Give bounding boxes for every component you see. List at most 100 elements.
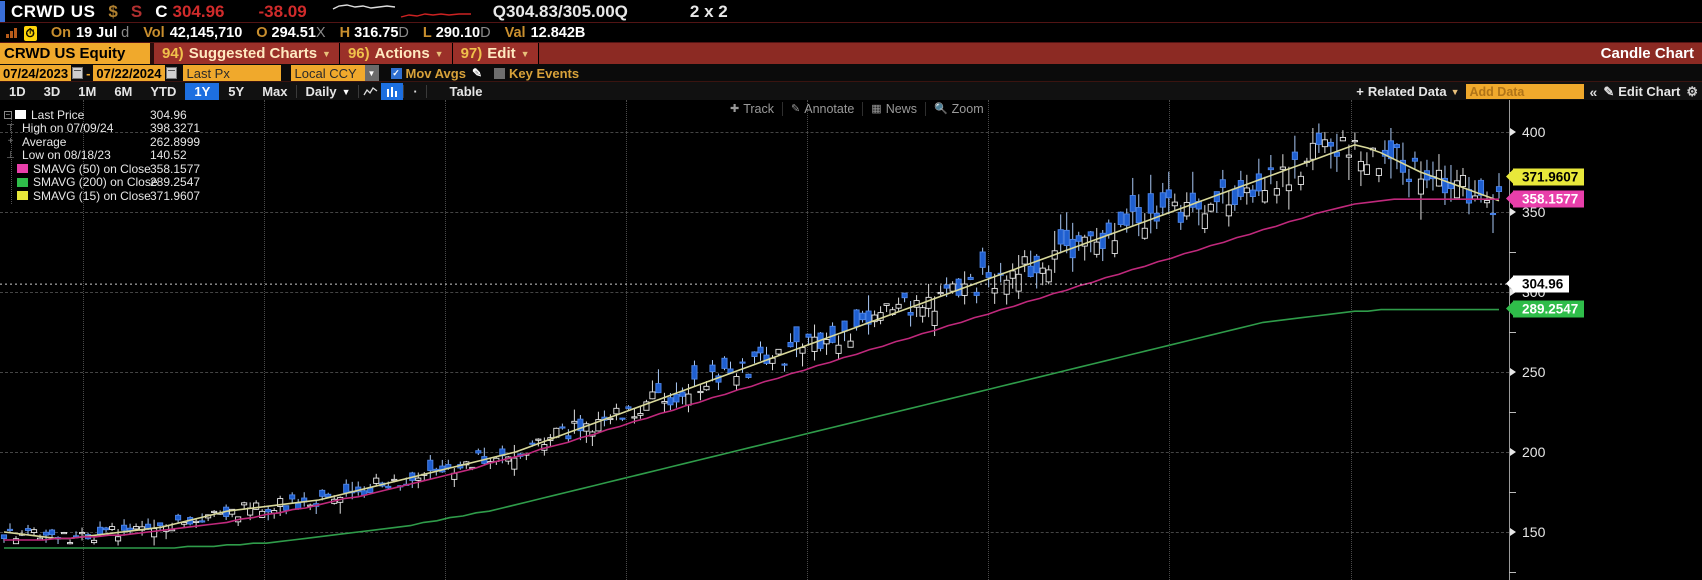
candle-body <box>1129 195 1136 212</box>
zoom-button[interactable]: 🔍 Zoom <box>924 101 992 116</box>
candle-body <box>1231 188 1238 205</box>
candle-body <box>151 528 158 538</box>
legend-value: 371.9607 <box>150 188 201 203</box>
candle-body <box>1045 269 1052 283</box>
end-date-input[interactable]: 07/22/2024 <box>93 65 165 81</box>
checkbox-checked-icon[interactable]: ✓ <box>390 67 402 79</box>
suggested-charts-button[interactable]: 94) Suggested Charts ▼ <box>154 43 340 64</box>
price-type-input[interactable]: Last Px <box>182 65 281 81</box>
gear-icon[interactable]: ⚙ <box>1686 84 1698 100</box>
track-button[interactable]: ✚ Track <box>722 102 782 116</box>
news-button[interactable]: ▦ News <box>862 101 925 116</box>
price-change: -38.09 <box>258 1 307 21</box>
open-value: 294.51 <box>271 25 316 41</box>
candle-body <box>1285 184 1292 192</box>
interval-dropdown[interactable]: Daily ▼ <box>297 84 358 99</box>
interval-label: Daily <box>305 84 337 99</box>
candle-body <box>559 426 566 429</box>
candle-body <box>1351 140 1358 143</box>
chevrons-left-icon[interactable]: « <box>1590 84 1598 100</box>
legend-label: SMAVG (50) on Close <box>33 161 151 176</box>
candle-body <box>679 391 686 397</box>
candle-body <box>925 296 932 309</box>
period-6m[interactable]: 6M <box>105 83 141 100</box>
candle-body <box>655 383 662 394</box>
add-data-input[interactable]: Add Data <box>1465 84 1584 99</box>
chart-type-label: Candle Chart <box>1600 45 1694 62</box>
pencil-icon[interactable]: ✎ <box>472 66 482 80</box>
line-chart-icon[interactable] <box>359 83 381 100</box>
legend-label: Last Price <box>31 107 85 122</box>
legend-item-last-price[interactable]: – Last Price 304.96 <box>4 107 187 122</box>
candle-body <box>1465 189 1473 204</box>
candle-body <box>1333 151 1340 157</box>
candle-body <box>619 417 626 420</box>
period-max[interactable]: Max <box>253 83 296 100</box>
candle-body <box>703 385 710 391</box>
axis-tick-arrow <box>1510 528 1516 536</box>
calendar-icon[interactable] <box>72 67 84 79</box>
candle-body <box>1291 151 1298 160</box>
legend-item-smavg-200[interactable]: SMAVG (200) on Close 289.2547 <box>4 175 200 189</box>
period-1d[interactable]: 1D <box>0 83 35 100</box>
zoom-label: Zoom <box>951 101 984 116</box>
candle-body <box>961 283 968 296</box>
candle-body <box>66 542 74 545</box>
legend-item-low[interactable]: ⊥ Low on 08/18/23 140.52 <box>4 148 187 162</box>
candle-body <box>385 485 392 489</box>
candle-body <box>1027 265 1034 277</box>
related-data-button[interactable]: + Related Data ▼ <box>1356 84 1459 99</box>
candle-body <box>133 526 140 530</box>
plot-surface[interactable] <box>0 100 1509 580</box>
candle-body <box>787 341 794 348</box>
chart-legend: – Last Price 304.96 ⊤ High on 07/09/24 3… <box>4 107 200 204</box>
ticker-symbol[interactable]: CRWD US <box>11 2 95 22</box>
currency-input[interactable]: Local CCY <box>290 65 365 81</box>
candle-body <box>1243 187 1250 194</box>
period-1m[interactable]: 1M <box>69 83 105 100</box>
period-1y[interactable]: 1Y <box>185 83 220 100</box>
actions-button[interactable]: 96) Actions ▼ <box>339 43 453 64</box>
candle-body <box>1375 168 1382 176</box>
legend-item-smavg-15[interactable]: SMAVG (15) on Close 371.9607 <box>4 189 200 203</box>
start-date-input[interactable]: 07/24/2023 <box>0 65 72 81</box>
menu-label: Actions <box>374 45 430 62</box>
price-tag: 304.96 <box>1505 275 1570 293</box>
period-5y[interactable]: 5Y <box>219 83 253 100</box>
candle-body <box>1363 164 1370 175</box>
candle-body <box>24 528 32 531</box>
legend-item-average[interactable]: + Average 262.8999 <box>4 135 200 149</box>
calendar-icon[interactable] <box>165 67 177 79</box>
axis-tick-label: 200 <box>1522 444 1546 460</box>
security-input[interactable]: CRWD US Equity <box>0 43 150 64</box>
mov-avgs-toggle[interactable]: ✓ Mov Avgs ✎ <box>390 66 482 81</box>
candle-body <box>991 287 998 294</box>
candle-body <box>1255 173 1262 192</box>
clock-icon[interactable]: ⏱ <box>23 25 37 41</box>
checkbox-unchecked-icon[interactable] <box>494 67 505 79</box>
period-3d[interactable]: 3D <box>35 83 70 100</box>
annotate-button[interactable]: ✎ Annotate <box>782 101 862 116</box>
close-price: 304.96 <box>172 1 225 21</box>
period-ytd[interactable]: YTD <box>141 83 185 100</box>
bar-chart-icon[interactable] <box>381 83 404 100</box>
currency-dropdown-icon[interactable]: ▼ <box>364 65 379 81</box>
axis-minor-tick <box>1509 412 1516 413</box>
menu-number: 97) <box>460 45 483 62</box>
date-range-dash: - <box>86 65 91 81</box>
candle-body <box>193 520 200 523</box>
candle-body <box>1111 240 1118 254</box>
table-button[interactable]: Table <box>449 84 482 99</box>
edit-chart-button[interactable]: ✎ Edit Chart <box>1603 84 1680 100</box>
candle-body <box>1087 231 1094 237</box>
price-series-canvas <box>0 123 1509 549</box>
ellipsis-icon[interactable]: · <box>404 83 426 100</box>
legend-item-high[interactable]: ⊤ High on 07/09/24 398.3271 <box>4 121 200 135</box>
collapse-icon[interactable]: – <box>4 110 12 119</box>
high-value: 316.75 <box>354 25 399 41</box>
key-events-toggle[interactable]: Key Events <box>494 66 579 81</box>
legend-swatch <box>17 164 28 174</box>
legend-item-smavg-50[interactable]: SMAVG (50) on Close 358.1577 <box>4 161 200 176</box>
command-bar: CRWD US Equity 94) Suggested Charts ▼ 96… <box>0 43 1702 64</box>
edit-button[interactable]: 97) Edit ▼ <box>452 43 539 64</box>
